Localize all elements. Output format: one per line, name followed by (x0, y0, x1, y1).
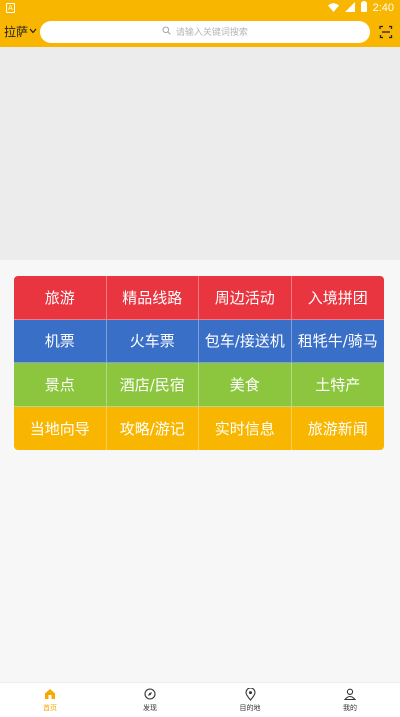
menu-item-inbound-group[interactable]: 入境拼团 (291, 276, 384, 320)
search-placeholder: 请输入关键词搜索 (175, 28, 248, 38)
menu-item-car-charter[interactable]: 包车/接送机 (199, 319, 292, 363)
signal-icon (344, 1, 355, 15)
status-bar: A 2:40 (0, 0, 400, 16)
clock: 2:40 (372, 2, 394, 14)
tab-mine[interactable]: 我的 (300, 683, 400, 717)
menu-item-tourism[interactable]: 旅游 (14, 276, 107, 320)
home-icon (44, 687, 56, 701)
menu-item-local-guide[interactable]: 当地向导 (14, 406, 107, 450)
bottom-tab-bar: 首页 发现 目的地 我的 (0, 682, 400, 717)
menu-item-food[interactable]: 美食 (199, 363, 292, 407)
city-selector[interactable]: 拉萨 (4, 23, 38, 40)
menu-item-hotels[interactable]: 酒店/民宿 (106, 363, 199, 407)
user-icon (344, 687, 356, 701)
menu-item-premium-routes[interactable]: 精品线路 (106, 276, 199, 320)
tab-destination[interactable]: 目的地 (200, 683, 300, 717)
banner[interactable] (0, 47, 400, 260)
menu-item-travel-guides[interactable]: 攻略/游记 (106, 406, 199, 450)
wifi-icon (327, 2, 339, 15)
chevron-down-icon (29, 27, 37, 37)
tab-destination-label: 目的地 (239, 704, 261, 712)
category-menu-grid: 旅游 精品线路 周边活动 入境拼团 机票 火车票 包车/接送机 租牦牛/骑马 景… (14, 276, 384, 450)
battery-icon (360, 1, 367, 15)
top-bar: 拉萨 请输入关键词搜索 (0, 16, 400, 47)
compass-icon (144, 687, 156, 701)
menu-item-nearby-activities[interactable]: 周边活动 (199, 276, 292, 320)
sim-card-icon: A (6, 3, 15, 13)
city-label: 拉萨 (4, 25, 29, 39)
tab-mine-label: 我的 (343, 704, 357, 712)
tab-discover[interactable]: 发现 (100, 683, 200, 717)
tab-home[interactable]: 首页 (0, 683, 100, 717)
menu-item-train-tickets[interactable]: 火车票 (106, 319, 199, 363)
search-icon (162, 25, 171, 38)
menu-item-attractions[interactable]: 景点 (14, 363, 107, 407)
scan-icon[interactable] (376, 22, 396, 42)
menu-item-travel-news[interactable]: 旅游新闻 (291, 406, 384, 450)
menu-item-realtime-info[interactable]: 实时信息 (199, 406, 292, 450)
menu-item-yak-horse-rental[interactable]: 租牦牛/骑马 (291, 319, 384, 363)
menu-item-local-products[interactable]: 土特产 (291, 363, 384, 407)
search-input[interactable]: 请输入关键词搜索 (39, 20, 371, 43)
location-pin-icon (244, 687, 256, 701)
menu-item-flights[interactable]: 机票 (14, 319, 107, 363)
tab-discover-label: 发现 (143, 704, 157, 712)
tab-home-label: 首页 (43, 704, 57, 712)
